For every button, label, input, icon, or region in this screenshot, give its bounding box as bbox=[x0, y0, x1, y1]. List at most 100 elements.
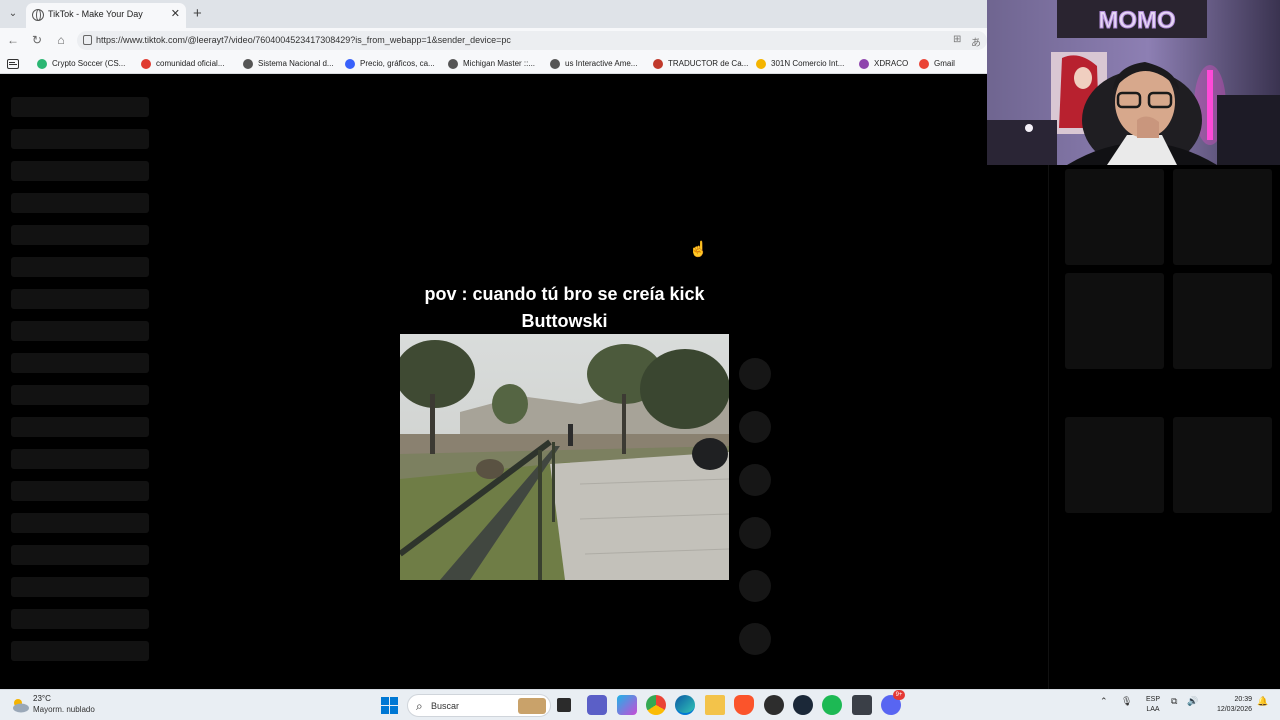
notification-bell-icon[interactable]: 🔔 bbox=[1257, 696, 1268, 707]
skeleton-bar bbox=[11, 417, 149, 437]
new-tab-plus-icon[interactable]: + bbox=[193, 5, 202, 22]
reload-icon[interactable]: ↻ bbox=[29, 32, 45, 48]
action-button-placeholder[interactable] bbox=[739, 411, 771, 443]
related-thumbnail[interactable] bbox=[1065, 169, 1164, 265]
action-button-placeholder[interactable] bbox=[739, 464, 771, 496]
clock-time: 20:39 bbox=[1234, 696, 1252, 703]
weather-description[interactable]: Mayorm. nublado bbox=[33, 705, 95, 714]
skeleton-bar bbox=[11, 481, 149, 501]
edge-icon[interactable] bbox=[675, 695, 695, 715]
related-thumbnail[interactable] bbox=[1065, 417, 1164, 513]
hand-cursor-icon: ☝ bbox=[689, 241, 708, 258]
bookmark-label: Gmail bbox=[934, 59, 955, 68]
skeleton-bar bbox=[11, 449, 149, 469]
bookmarks-bar: Crypto Soccer (CS... comunidad oficial...… bbox=[0, 52, 988, 74]
teams-icon[interactable] bbox=[587, 695, 607, 715]
steam-icon[interactable] bbox=[793, 695, 813, 715]
app-available-icon[interactable]: ⊞ bbox=[953, 34, 961, 45]
screen: ⌄ TikTok - Make Your Day ✕ + ← ↻ ⌂ https… bbox=[0, 0, 1280, 720]
bookmark-item[interactable]: TRADUCTOR de Ca... bbox=[653, 57, 748, 70]
skeleton-bar bbox=[11, 289, 149, 309]
bookmark-item[interactable]: Gmail bbox=[919, 57, 955, 70]
video-player[interactable] bbox=[400, 334, 729, 580]
traductor-icon bbox=[653, 58, 663, 69]
skeleton-bar bbox=[11, 641, 149, 661]
skeleton-bar bbox=[11, 321, 149, 341]
system-clock[interactable]: 20:39 12/03/2026 bbox=[1206, 695, 1252, 715]
globe-icon bbox=[550, 58, 560, 69]
taskbar-search-box[interactable]: ⌕ Buscar bbox=[407, 694, 551, 717]
related-thumbnail[interactable] bbox=[1173, 273, 1272, 369]
search-icon: ⌕ bbox=[416, 699, 423, 713]
tiktok-page: pov : cuando tú bro se creía kick Buttow… bbox=[0, 75, 1048, 689]
skeleton-bar bbox=[11, 97, 149, 117]
skeleton-bar bbox=[11, 129, 149, 149]
bookmark-item[interactable]: Michigan Master ::... bbox=[448, 57, 535, 70]
bookmark-label: XDRACO bbox=[874, 59, 909, 68]
windows-start-icon[interactable] bbox=[381, 697, 398, 714]
skeleton-bar bbox=[11, 385, 149, 405]
action-button-placeholder[interactable] bbox=[739, 517, 771, 549]
lang-layout: LAA bbox=[1146, 706, 1160, 713]
microphone-icon[interactable]: 🎙 bbox=[1121, 696, 1132, 707]
webcam-overlay: MOMO bbox=[987, 0, 1280, 165]
address-bar[interactable]: https://www.tiktok.com/@leerayt7/video/7… bbox=[77, 31, 987, 50]
reading-list-icon[interactable] bbox=[7, 57, 19, 70]
obs-icon[interactable] bbox=[764, 695, 784, 715]
bookmark-label: us Interactive Ame... bbox=[565, 59, 638, 68]
bookmark-label: 301N Comercio Int... bbox=[771, 59, 845, 68]
close-tab-icon[interactable]: ✕ bbox=[171, 7, 180, 20]
bookmark-item[interactable]: 301N Comercio Int... bbox=[756, 57, 844, 70]
search-label: Buscar bbox=[431, 701, 460, 711]
back-arrow-icon[interactable]: ← bbox=[5, 32, 21, 48]
skeleton-bar bbox=[11, 545, 149, 565]
translate-icon[interactable]: あ bbox=[971, 34, 981, 49]
calculator-icon[interactable] bbox=[852, 695, 872, 715]
search-highlight-icon bbox=[518, 698, 546, 714]
show-hidden-icons-chevron-icon[interactable]: ⌃ bbox=[1100, 696, 1108, 707]
bookmark-item[interactable]: comunidad oficial... bbox=[141, 57, 224, 70]
brave-icon[interactable] bbox=[734, 695, 754, 715]
windows-taskbar: 23°C Mayorm. nublado ⌕ Buscar 9+ ⌃ 🎙 ESP… bbox=[0, 689, 1280, 720]
volume-icon[interactable]: 🔊 bbox=[1187, 696, 1198, 707]
notification-badge: 9+ bbox=[893, 690, 905, 700]
bookmark-label: Sistema Nacional d... bbox=[258, 59, 334, 68]
bookmark-label: Michigan Master ::... bbox=[463, 59, 536, 68]
input-language[interactable]: ESP LAA bbox=[1143, 695, 1163, 715]
bookmark-item[interactable]: Sistema Nacional d... bbox=[243, 57, 334, 70]
url-text[interactable]: https://www.tiktok.com/@leerayt7/video/7… bbox=[96, 35, 511, 45]
cloudy-weather-icon[interactable] bbox=[10, 696, 30, 714]
active-tab[interactable]: TikTok - Make Your Day ✕ bbox=[26, 3, 186, 28]
bookmark-label: Crypto Soccer (CS... bbox=[52, 59, 126, 68]
spotify-icon[interactable] bbox=[822, 695, 842, 715]
file-explorer-icon[interactable] bbox=[705, 695, 725, 715]
action-button-placeholder[interactable] bbox=[739, 570, 771, 602]
tab-list-chevron-icon[interactable]: ⌄ bbox=[5, 7, 21, 21]
bookmark-label: comunidad oficial... bbox=[156, 59, 225, 68]
action-button-placeholder[interactable] bbox=[739, 358, 771, 390]
bookmark-item[interactable]: Crypto Soccer (CS... bbox=[37, 57, 125, 70]
related-thumbnail[interactable] bbox=[1173, 169, 1272, 265]
gmail-icon bbox=[919, 58, 929, 69]
related-videos-panel bbox=[1048, 75, 1280, 689]
bookmark-label: Precio, gráficos, ca... bbox=[360, 59, 435, 68]
task-view-icon[interactable] bbox=[557, 698, 571, 712]
weather-temperature[interactable]: 23°C bbox=[33, 694, 51, 703]
bookmark-item[interactable]: us Interactive Ame... bbox=[550, 57, 637, 70]
network-icon[interactable]: ⧉ bbox=[1171, 696, 1177, 707]
bookmark-item[interactable]: XDRACO bbox=[859, 57, 908, 70]
skeleton-bar bbox=[11, 193, 149, 213]
skeleton-bar bbox=[11, 353, 149, 373]
globe-icon bbox=[32, 9, 44, 21]
action-button-placeholder[interactable] bbox=[739, 623, 771, 655]
tab-title: TikTok - Make Your Day bbox=[48, 9, 143, 19]
chrome-icon[interactable] bbox=[646, 695, 666, 715]
bookmark-item[interactable]: Precio, gráficos, ca... bbox=[345, 57, 435, 70]
copilot-icon[interactable] bbox=[617, 695, 637, 715]
home-icon[interactable]: ⌂ bbox=[53, 32, 69, 48]
related-thumbnail[interactable] bbox=[1173, 417, 1272, 513]
related-thumbnail[interactable] bbox=[1065, 273, 1164, 369]
globe-icon bbox=[448, 58, 458, 69]
discord-icon[interactable]: 9+ bbox=[881, 690, 905, 715]
site-info-icon[interactable] bbox=[83, 35, 92, 45]
